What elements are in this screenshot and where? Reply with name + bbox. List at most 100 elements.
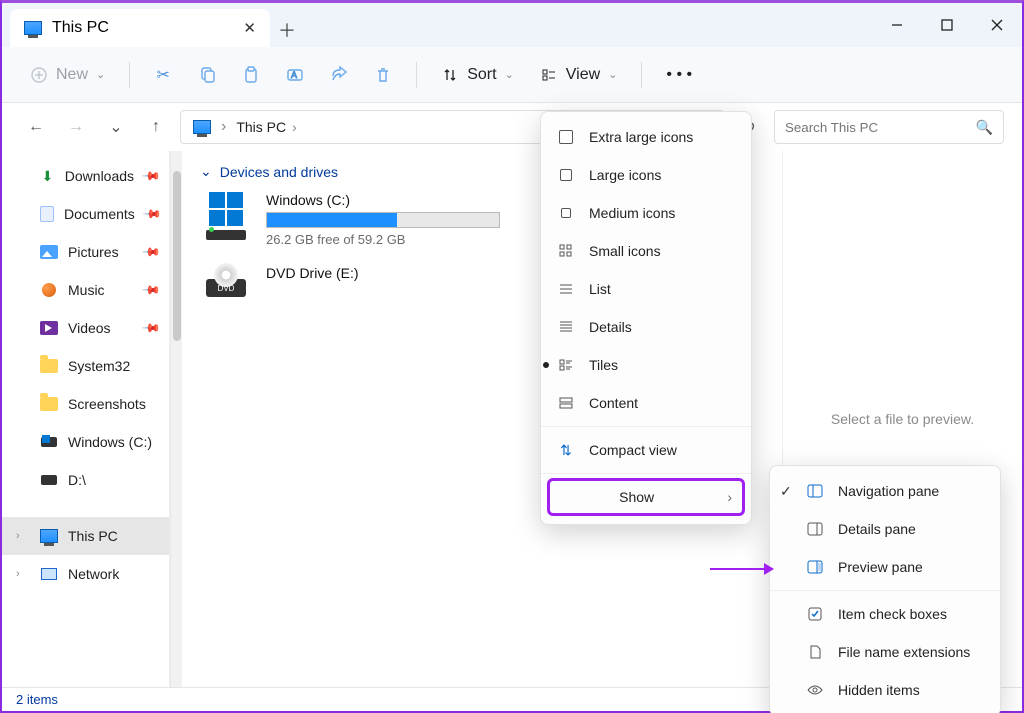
menu-extra-large-icons[interactable]: Extra large icons — [541, 118, 751, 156]
drive-icon — [40, 433, 58, 451]
pane-icon — [806, 482, 824, 500]
tab-title: This PC — [52, 19, 109, 37]
chevron-right-icon: › — [727, 489, 732, 505]
drive-name: Windows (C:) — [266, 192, 500, 208]
pane-icon — [806, 558, 824, 576]
delete-button[interactable] — [364, 57, 402, 93]
up-button[interactable]: ↑ — [140, 111, 172, 143]
sort-button[interactable]: Sort ⌄ — [431, 57, 524, 93]
chevron-down-icon: ⌄ — [200, 163, 212, 180]
menu-tiles[interactable]: Tiles — [541, 346, 751, 384]
menu-details[interactable]: Details — [541, 308, 751, 346]
submenu-navigation-pane[interactable]: ✓Navigation pane — [770, 472, 1000, 510]
trash-icon — [374, 66, 392, 84]
submenu-details-pane[interactable]: Details pane — [770, 510, 1000, 548]
annotation-arrow — [710, 563, 774, 575]
toolbar: New ⌄ ✂ A Sort ⌄ View ⌄ • • • — [2, 47, 1022, 103]
menu-compact-view[interactable]: ⇅Compact view — [541, 431, 751, 469]
menu-show[interactable]: Show› — [547, 478, 745, 516]
sidebar-item-windows-c[interactable]: Windows (C:) — [2, 423, 169, 461]
menu-medium-icons[interactable]: Medium icons — [541, 194, 751, 232]
titlebar: This PC ✕ ＋ — [2, 3, 1022, 47]
square-icon — [557, 166, 575, 184]
view-icon — [540, 66, 558, 84]
recent-button[interactable]: ⌄ — [100, 111, 132, 143]
pin-icon: 📌 — [141, 280, 161, 300]
breadcrumb[interactable]: This PC› — [236, 119, 296, 135]
pin-icon: 📌 — [141, 318, 161, 338]
back-button[interactable]: ← — [20, 111, 52, 143]
sidebar-item-videos[interactable]: Videos📌 — [2, 309, 169, 347]
sidebar-item-screenshots[interactable]: Screenshots — [2, 385, 169, 423]
drive-icon — [40, 471, 58, 489]
video-icon — [40, 319, 58, 337]
maximize-button[interactable] — [922, 3, 972, 47]
music-icon — [40, 281, 58, 299]
close-button[interactable] — [972, 3, 1022, 47]
pin-icon: 📌 — [141, 166, 161, 186]
sidebar-scrollbar[interactable] — [170, 151, 182, 687]
sidebar-item-this-pc[interactable]: ›This PC — [2, 517, 169, 555]
sidebar-item-network[interactable]: ›Network — [2, 555, 169, 593]
selected-dot-icon — [543, 362, 549, 368]
capacity-bar — [266, 212, 500, 228]
download-icon: ⬇ — [40, 167, 55, 185]
menu-large-icons[interactable]: Large icons — [541, 156, 751, 194]
checkbox-icon — [806, 605, 824, 623]
file-icon — [806, 643, 824, 661]
pictures-icon — [40, 243, 58, 261]
tab-close-icon[interactable]: ✕ — [243, 19, 256, 37]
sidebar-item-system32[interactable]: System32 — [2, 347, 169, 385]
drive-icon — [206, 230, 246, 240]
submenu-file-name-extensions[interactable]: File name extensions — [770, 633, 1000, 671]
search-input[interactable] — [785, 120, 976, 135]
pc-icon — [193, 120, 211, 134]
view-button[interactable]: View ⌄ — [530, 57, 628, 93]
search-box[interactable]: 🔍 — [774, 110, 1004, 144]
submenu-hidden-items[interactable]: Hidden items — [770, 671, 1000, 709]
sidebar-item-documents[interactable]: Documents📌 — [2, 195, 169, 233]
sidebar-item-d[interactable]: D:\ — [2, 461, 169, 499]
tiles-icon — [557, 356, 575, 374]
chevron-right-icon[interactable]: › — [16, 568, 20, 580]
rename-icon: A — [286, 66, 304, 84]
chevron-right-icon[interactable]: › — [16, 530, 20, 542]
scissors-icon: ✂ — [154, 66, 172, 84]
sidebar-item-pictures[interactable]: Pictures📌 — [2, 233, 169, 271]
menu-content[interactable]: Content — [541, 384, 751, 422]
show-submenu: ✓Navigation pane Details pane Preview pa… — [769, 465, 1001, 713]
submenu-preview-pane[interactable]: Preview pane — [770, 548, 1000, 586]
menu-small-icons[interactable]: Small icons — [541, 232, 751, 270]
sidebar: ⬇Downloads📌 Documents📌 Pictures📌 Music📌 … — [2, 151, 170, 687]
submenu-item-check-boxes[interactable]: Item check boxes — [770, 595, 1000, 633]
view-menu: Extra large icons Large icons Medium ico… — [540, 111, 752, 525]
rename-button[interactable]: A — [276, 57, 314, 93]
share-icon — [330, 66, 348, 84]
grid-icon — [557, 242, 575, 260]
details-icon — [557, 318, 575, 336]
compact-icon: ⇅ — [557, 441, 575, 459]
sidebar-item-downloads[interactable]: ⬇Downloads📌 — [2, 157, 169, 195]
menu-list[interactable]: List — [541, 270, 751, 308]
more-button[interactable]: • • • — [656, 57, 702, 93]
scrollbar-thumb[interactable] — [173, 171, 181, 341]
sort-label: Sort — [467, 66, 496, 84]
new-button[interactable]: New ⌄ — [20, 57, 115, 93]
copy-button[interactable] — [188, 57, 226, 93]
windows-icon — [209, 192, 243, 226]
pin-icon: 📌 — [142, 204, 162, 224]
eye-icon — [806, 681, 824, 699]
forward-button[interactable]: → — [60, 111, 92, 143]
pin-icon: 📌 — [141, 242, 161, 262]
content-icon — [557, 394, 575, 412]
chevron-down-icon: ⌄ — [505, 68, 514, 81]
copy-icon — [198, 66, 216, 84]
minimize-button[interactable] — [872, 3, 922, 47]
chevron-down-icon: ⌄ — [608, 68, 617, 81]
tab-this-pc[interactable]: This PC ✕ — [10, 9, 270, 47]
new-tab-button[interactable]: ＋ — [270, 13, 304, 47]
cut-button[interactable]: ✂ — [144, 57, 182, 93]
paste-button[interactable] — [232, 57, 270, 93]
share-button[interactable] — [320, 57, 358, 93]
sidebar-item-music[interactable]: Music📌 — [2, 271, 169, 309]
